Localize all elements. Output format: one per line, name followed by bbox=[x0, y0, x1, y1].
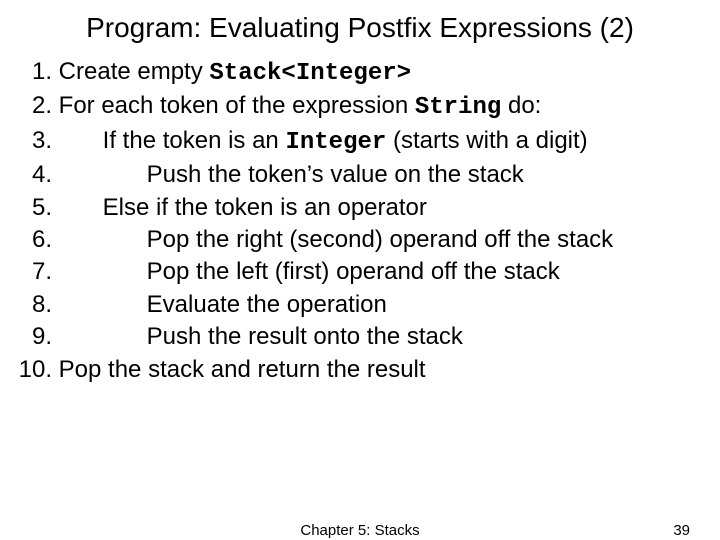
algo-line-3: 3. If the token is an Integer (starts wi… bbox=[18, 125, 702, 159]
line-text: If the token is an bbox=[103, 127, 286, 154]
algo-line-6: 6. Pop the right (second) operand off th… bbox=[18, 224, 702, 256]
line-text: Pop the stack and return the result bbox=[52, 356, 426, 383]
line-number: 6. bbox=[18, 224, 52, 256]
line-text: Create empty bbox=[52, 58, 209, 85]
footer-page-number: 39 bbox=[673, 522, 690, 539]
algo-line-9: 9. Push the result onto the stack bbox=[18, 321, 702, 353]
algo-line-4: 4. Push the token’s value on the stack bbox=[18, 159, 702, 191]
line-text: Push the token’s value on the stack bbox=[59, 161, 524, 188]
line-indent: If the token is an Integer (starts with … bbox=[59, 127, 588, 154]
algo-line-1: 1. Create empty Stack<Integer> bbox=[18, 56, 702, 90]
line-text: do: bbox=[501, 92, 541, 119]
line-number: 4. bbox=[18, 159, 52, 191]
line-text: Pop the right (second) operand off the s… bbox=[59, 226, 614, 253]
line-number: 5. bbox=[18, 192, 52, 224]
line-text: Else if the token is an operator bbox=[59, 194, 427, 221]
line-text: Pop the left (first) operand off the sta… bbox=[59, 258, 560, 285]
slide: Program: Evaluating Postfix Expressions … bbox=[0, 0, 720, 540]
code-token: String bbox=[415, 94, 501, 121]
line-number: 2. bbox=[18, 90, 52, 122]
slide-body: 1. Create empty Stack<Integer> 2. For ea… bbox=[0, 56, 720, 386]
line-text: Evaluate the operation bbox=[59, 291, 387, 318]
line-number: 7. bbox=[18, 256, 52, 288]
code-token: Stack<Integer> bbox=[209, 60, 411, 87]
line-text: For each token of the expression bbox=[52, 92, 415, 119]
code-token: Integer bbox=[285, 129, 386, 156]
footer-chapter: Chapter 5: Stacks bbox=[300, 522, 419, 539]
line-number: 9. bbox=[18, 321, 52, 353]
algo-line-5: 5. Else if the token is an operator bbox=[18, 192, 702, 224]
line-text: Push the result onto the stack bbox=[59, 323, 463, 350]
line-text: (starts with a digit) bbox=[386, 127, 587, 154]
algo-line-8: 8. Evaluate the operation bbox=[18, 289, 702, 321]
line-number: 1. bbox=[18, 56, 52, 88]
slide-title: Program: Evaluating Postfix Expressions … bbox=[20, 12, 700, 44]
algo-line-2: 2. For each token of the expression Stri… bbox=[18, 90, 702, 124]
algo-line-10: 10. Pop the stack and return the result bbox=[18, 354, 702, 386]
algo-line-7: 7. Pop the left (first) operand off the … bbox=[18, 256, 702, 288]
line-number: 3. bbox=[18, 125, 52, 157]
line-number: 8. bbox=[18, 289, 52, 321]
line-number: 10. bbox=[18, 354, 52, 386]
